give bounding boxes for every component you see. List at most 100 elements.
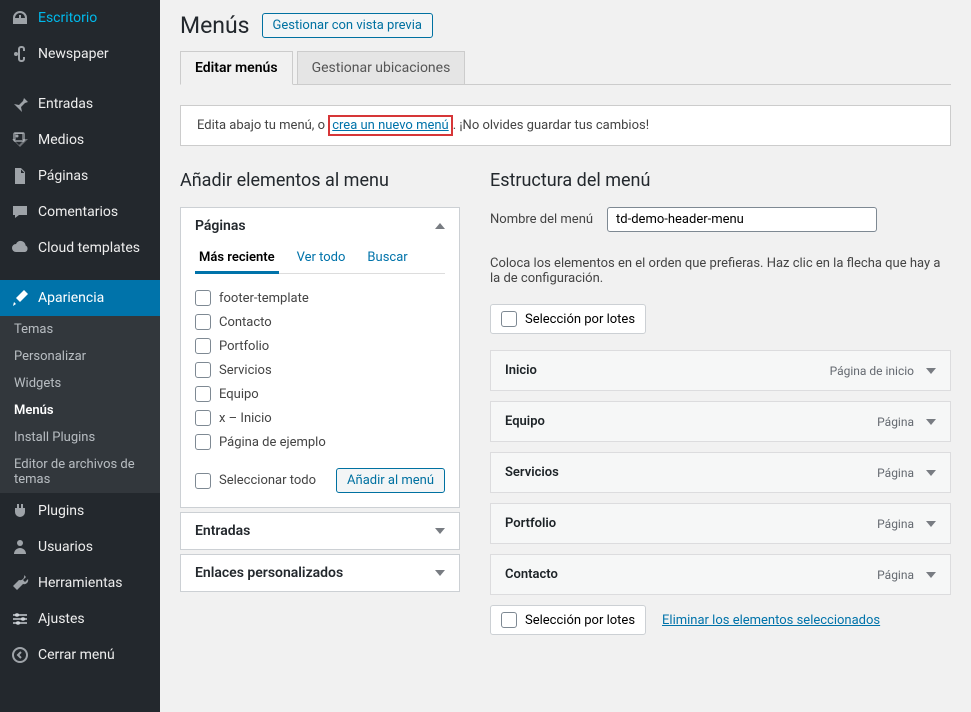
submenu-widgets[interactable]: Widgets bbox=[0, 370, 160, 397]
menu-item-type: Página bbox=[877, 415, 914, 429]
page-checkbox[interactable] bbox=[195, 314, 211, 330]
page-checkbox[interactable] bbox=[195, 362, 211, 378]
menu-name-input[interactable] bbox=[607, 207, 877, 232]
menu-item-title: Equipo bbox=[505, 414, 545, 429]
pin-icon bbox=[10, 94, 30, 114]
bulk-checkbox[interactable] bbox=[501, 612, 517, 628]
sidebar-item-plugins[interactable]: Plugins bbox=[0, 493, 160, 529]
sidebar-label: Escritorio bbox=[38, 10, 97, 26]
sidebar-item-users[interactable]: Usuarios bbox=[0, 529, 160, 565]
sidebar-label: Ajustes bbox=[38, 611, 85, 627]
sidebar-item-cloud-templates[interactable]: Cloud templates bbox=[0, 230, 160, 266]
select-all-text: Seleccionar todo bbox=[219, 473, 316, 488]
page-item-label: Equipo bbox=[219, 387, 259, 402]
sidebar-label: Apariencia bbox=[38, 290, 104, 306]
user-icon bbox=[10, 537, 30, 557]
bulk-label: Selección por lotes bbox=[525, 312, 635, 327]
delete-selected-link[interactable]: Eliminar los elementos seleccionados bbox=[662, 613, 880, 628]
tab-view-all[interactable]: Ver todo bbox=[293, 244, 350, 273]
sidebar-item-settings[interactable]: Ajustes bbox=[0, 601, 160, 637]
bulk-label: Selección por lotes bbox=[525, 613, 635, 628]
submenu-customize[interactable]: Personalizar bbox=[0, 343, 160, 370]
sidebar-item-tools[interactable]: Herramientas bbox=[0, 565, 160, 601]
page-checkbox[interactable] bbox=[195, 290, 211, 306]
tab-edit-menus[interactable]: Editar menús bbox=[180, 51, 293, 85]
chevron-down-icon bbox=[926, 419, 936, 425]
tab-recent[interactable]: Más reciente bbox=[195, 244, 279, 274]
notice-text-post: . ¡No olvides guardar tus cambios! bbox=[453, 118, 649, 133]
admin-sidebar: Escritorio Newspaper Entradas Medios Pág… bbox=[0, 0, 160, 712]
sidebar-label: Entradas bbox=[38, 96, 93, 112]
submenu-theme-editor[interactable]: Editor de archivos de temas bbox=[0, 451, 160, 493]
chevron-down-icon bbox=[435, 528, 445, 534]
add-to-menu-button[interactable]: Añadir al menú bbox=[336, 468, 445, 493]
sidebar-item-posts[interactable]: Entradas bbox=[0, 86, 160, 122]
list-item: Página de ejemplo bbox=[195, 430, 445, 454]
submenu-install-plugins[interactable]: Install Plugins bbox=[0, 424, 160, 451]
select-all-checkbox[interactable] bbox=[195, 473, 211, 489]
plugin-icon bbox=[10, 501, 30, 521]
menu-item[interactable]: Inicio Página de inicio bbox=[490, 350, 951, 391]
page-checkbox[interactable] bbox=[195, 410, 211, 426]
menu-item-type: Página bbox=[877, 568, 914, 582]
chevron-down-icon bbox=[435, 570, 445, 576]
sidebar-item-comments[interactable]: Comentarios bbox=[0, 194, 160, 230]
page-checkbox[interactable] bbox=[195, 434, 211, 450]
list-item: Equipo bbox=[195, 382, 445, 406]
menu-item[interactable]: Contacto Página bbox=[490, 554, 951, 595]
settings-icon bbox=[10, 609, 30, 629]
brush-icon bbox=[10, 288, 30, 308]
list-item: footer-template bbox=[195, 286, 445, 310]
select-all-label[interactable]: Seleccionar todo bbox=[195, 473, 316, 489]
pages-metabox-header[interactable]: Páginas bbox=[181, 208, 459, 244]
page-checkbox[interactable] bbox=[195, 338, 211, 354]
pages-box-title: Páginas bbox=[195, 218, 246, 234]
submenu-themes[interactable]: Temas bbox=[0, 316, 160, 343]
pages-metabox: Páginas Más reciente Ver todo Buscar foo… bbox=[180, 207, 460, 508]
bulk-select-top[interactable]: Selección por lotes bbox=[490, 304, 646, 334]
sidebar-item-dashboard[interactable]: Escritorio bbox=[0, 0, 160, 36]
chevron-down-icon bbox=[926, 368, 936, 374]
menu-items-list: Inicio Página de inicio Equipo Página Se… bbox=[490, 350, 951, 595]
create-new-menu-link[interactable]: crea un nuevo menú bbox=[328, 115, 453, 136]
tab-manage-locations[interactable]: Gestionar ubicaciones bbox=[297, 51, 466, 84]
submenu-menus[interactable]: Menús bbox=[0, 397, 160, 424]
chevron-up-icon bbox=[435, 223, 445, 229]
bulk-select-bottom[interactable]: Selección por lotes bbox=[490, 605, 646, 635]
page-item-label: Portfolio bbox=[219, 339, 269, 354]
sidebar-item-appearance[interactable]: Apariencia bbox=[0, 280, 160, 316]
chevron-down-icon bbox=[926, 470, 936, 476]
page-checklist: footer-template Contacto Portfolio Servi… bbox=[195, 286, 445, 454]
posts-metabox-header[interactable]: Entradas bbox=[181, 513, 459, 549]
page-icon bbox=[10, 166, 30, 186]
sidebar-label: Comentarios bbox=[38, 204, 118, 220]
sidebar-label: Plugins bbox=[38, 503, 84, 519]
sidebar-label: Usuarios bbox=[38, 539, 93, 555]
menu-item[interactable]: Equipo Página bbox=[490, 401, 951, 442]
menu-item[interactable]: Portfolio Página bbox=[490, 503, 951, 544]
tab-search[interactable]: Buscar bbox=[363, 244, 411, 273]
bulk-checkbox[interactable] bbox=[501, 311, 517, 327]
sidebar-item-newspaper[interactable]: Newspaper bbox=[0, 36, 160, 72]
sidebar-item-collapse[interactable]: Cerrar menú bbox=[0, 637, 160, 673]
page-title: Menús bbox=[180, 12, 250, 39]
appearance-submenu: Temas Personalizar Widgets Menús Install… bbox=[0, 316, 160, 493]
menu-item-type: Página de inicio bbox=[830, 364, 914, 378]
page-item-label: footer-template bbox=[219, 291, 309, 306]
page-checkbox[interactable] bbox=[195, 386, 211, 402]
menu-item-title: Inicio bbox=[505, 363, 537, 378]
list-item: x – Inicio bbox=[195, 406, 445, 430]
custom-links-metabox-header[interactable]: Enlaces personalizados bbox=[181, 555, 459, 591]
sidebar-item-media[interactable]: Medios bbox=[0, 122, 160, 158]
chevron-down-icon bbox=[926, 521, 936, 527]
manage-preview-button[interactable]: Gestionar con vista previa bbox=[262, 13, 433, 38]
posts-metabox: Entradas bbox=[180, 512, 460, 550]
sidebar-item-pages[interactable]: Páginas bbox=[0, 158, 160, 194]
list-item: Servicios bbox=[195, 358, 445, 382]
menu-name-label: Nombre del menú bbox=[490, 212, 593, 227]
page-item-label: x – Inicio bbox=[219, 411, 272, 426]
sidebar-label: Cerrar menú bbox=[38, 647, 115, 663]
menu-item[interactable]: Servicios Página bbox=[490, 452, 951, 493]
add-items-title: Añadir elementos al menu bbox=[180, 170, 460, 191]
sidebar-label: Newspaper bbox=[38, 46, 109, 62]
